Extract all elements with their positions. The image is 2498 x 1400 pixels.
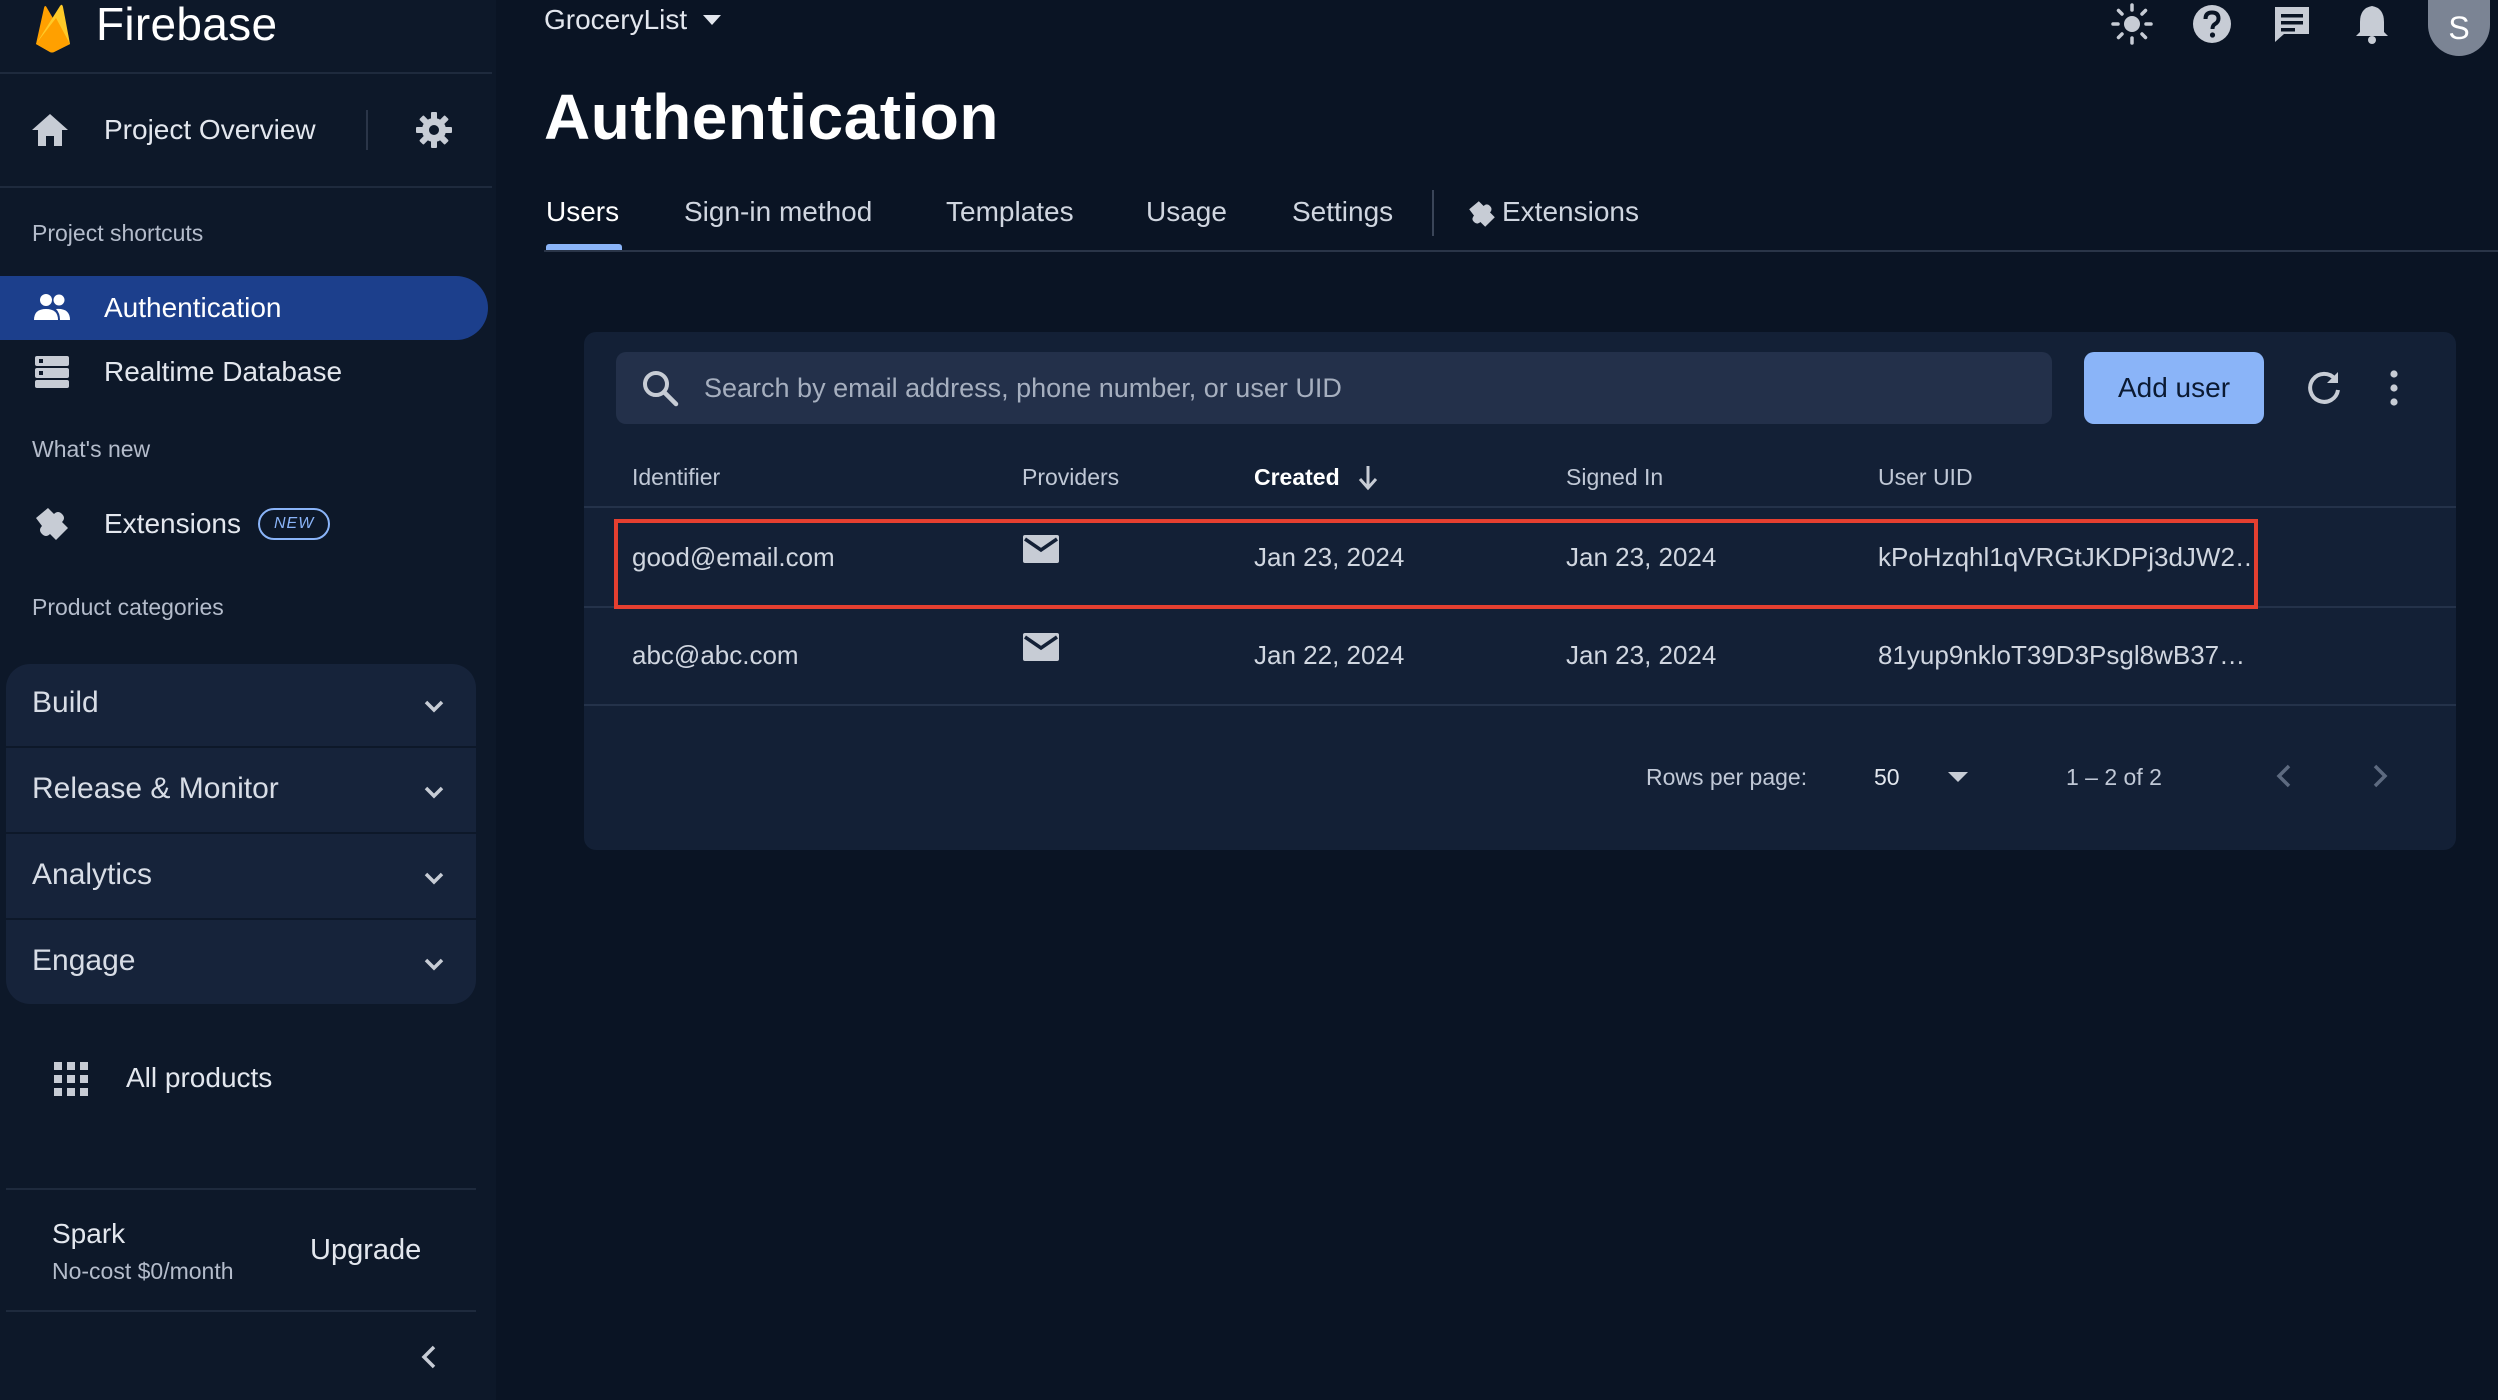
avatar[interactable]: S (2428, 0, 2490, 56)
new-badge: NEW (258, 508, 331, 540)
tab-bar: Users Sign-in method Templates Usage Set… (544, 190, 2498, 252)
sidebar-item-label: Extensions (104, 508, 241, 539)
chevron-right-icon[interactable] (2368, 756, 2392, 796)
user-uid: kPoHzqhl1qVRGtJKDPj3dJW2… (1878, 542, 2261, 572)
database-icon (35, 356, 69, 388)
user-identifier: good@email.com (632, 542, 835, 572)
gear-icon[interactable] (414, 110, 454, 150)
tab-settings[interactable]: Settings (1292, 196, 1393, 228)
chevron-down-icon (424, 786, 444, 799)
brand[interactable]: Firebase (30, 0, 277, 56)
category-label: Build (32, 686, 99, 719)
home-icon (32, 114, 68, 146)
caret-down-icon (1948, 772, 1968, 782)
tab-extensions[interactable]: Extensions (1502, 196, 1639, 228)
separator (366, 110, 368, 150)
chevron-down-icon (424, 872, 444, 885)
upgrade-button[interactable]: Upgrade (310, 1234, 421, 1267)
rows-per-page-label: Rows per page: (1646, 764, 1808, 790)
firebase-logo-icon (36, 4, 70, 53)
brand-name: Firebase (96, 0, 278, 50)
sidebar-item-label: Realtime Database (104, 356, 343, 387)
sidebar-item-extensions[interactable]: Extensions NEW (0, 492, 488, 556)
user-signed-in: Jan 23, 2024 (1566, 542, 1717, 572)
plan-name: Spark (52, 1218, 126, 1249)
tab-users[interactable]: Users (546, 196, 619, 228)
product-categories-heading: Product categories (32, 594, 224, 620)
rows-per-page-value: 50 (1874, 764, 1900, 790)
more-options-icon[interactable] (2384, 366, 2404, 410)
all-products-link[interactable]: All products (0, 1048, 496, 1112)
column-header-signed-in: Signed In (1566, 464, 1664, 490)
column-header-created[interactable]: Created (1254, 464, 1340, 491)
category-label: Analytics (32, 858, 153, 891)
category-analytics[interactable]: Analytics (6, 836, 476, 920)
column-header-providers: Providers (1022, 464, 1120, 490)
separator (1432, 190, 1434, 236)
help-icon[interactable] (2190, 2, 2234, 46)
divider (0, 186, 492, 188)
sort-descending-icon[interactable] (1356, 460, 1380, 494)
active-tab-indicator (546, 244, 622, 250)
people-icon (34, 294, 70, 320)
extensions-icon (36, 508, 68, 540)
divider (0, 72, 492, 74)
divider (6, 1310, 476, 1312)
column-header-user-uid: User UID (1878, 464, 1973, 490)
search-icon (643, 371, 679, 407)
tab-sign-in-method[interactable]: Sign-in method (684, 196, 872, 228)
column-header-identifier: Identifier (632, 464, 721, 490)
category-engage[interactable]: Engage (6, 922, 476, 1004)
refresh-icon[interactable] (2302, 366, 2346, 410)
category-label: Engage (32, 944, 136, 977)
project-shortcuts-heading: Project shortcuts (32, 220, 204, 246)
project-name: GroceryList (544, 4, 688, 35)
notifications-icon[interactable] (2350, 2, 2394, 46)
extensions-icon (1469, 201, 1495, 227)
user-created: Jan 23, 2024 (1254, 542, 1405, 572)
table-row[interactable]: good@email.com Jan 23, 2024 Jan 23, 2024… (584, 510, 2456, 608)
project-overview-label: Project Overview (104, 114, 316, 145)
chevron-left-icon[interactable] (2272, 756, 2296, 796)
sidebar: Firebase Project Overview Project shortc… (0, 0, 496, 1400)
chevron-down-icon (424, 700, 444, 713)
tab-templates[interactable]: Templates (946, 196, 1074, 228)
search-input[interactable] (704, 352, 2024, 424)
category-label: Release & Monitor (32, 772, 279, 805)
table-header: Identifier Providers Created Signed In U… (584, 452, 2456, 508)
user-created: Jan 22, 2024 (1254, 640, 1405, 670)
user-signed-in: Jan 23, 2024 (1566, 640, 1717, 670)
apps-grid-icon (54, 1062, 88, 1096)
rows-per-page-select[interactable]: 50 (1874, 754, 1984, 800)
tab-usage[interactable]: Usage (1146, 196, 1227, 228)
search-bar (616, 352, 2052, 424)
product-categories: Build Release & Monitor Analytics Engage (6, 664, 476, 1004)
sidebar-item-label: Authentication (104, 292, 282, 323)
sidebar-item-realtime-database[interactable]: Realtime Database (0, 340, 488, 404)
users-card: Add user Identifier Providers Created Si… (584, 332, 2456, 850)
page-title: Authentication (544, 81, 999, 153)
user-identifier: abc@abc.com (632, 640, 799, 670)
divider (6, 1188, 476, 1190)
table-row[interactable]: abc@abc.com Jan 22, 2024 Jan 23, 2024 81… (584, 608, 2456, 706)
email-provider-icon (1023, 633, 1059, 661)
caret-down-icon (703, 15, 722, 25)
whats-new-heading: What's new (32, 436, 151, 462)
email-provider-icon (1023, 535, 1059, 563)
all-products-label: All products (126, 1062, 273, 1093)
add-user-button[interactable]: Add user (2084, 352, 2264, 424)
project-selector[interactable]: GroceryList (544, 4, 725, 36)
theme-icon[interactable] (2110, 2, 2154, 46)
feedback-icon[interactable] (2270, 2, 2314, 46)
project-overview-link[interactable]: Project Overview (0, 98, 496, 162)
collapse-sidebar-icon[interactable] (414, 1340, 444, 1374)
sidebar-item-authentication[interactable]: Authentication (0, 276, 488, 340)
category-release-monitor[interactable]: Release & Monitor (6, 750, 476, 834)
user-uid: 81yup9nkloT39D3Psgl8wB37… (1878, 640, 2246, 670)
pagination-range: 1 – 2 of 2 (2066, 764, 2162, 790)
chevron-down-icon (424, 958, 444, 971)
category-build[interactable]: Build (6, 664, 476, 748)
plan-description: No-cost $0/month (52, 1258, 234, 1284)
